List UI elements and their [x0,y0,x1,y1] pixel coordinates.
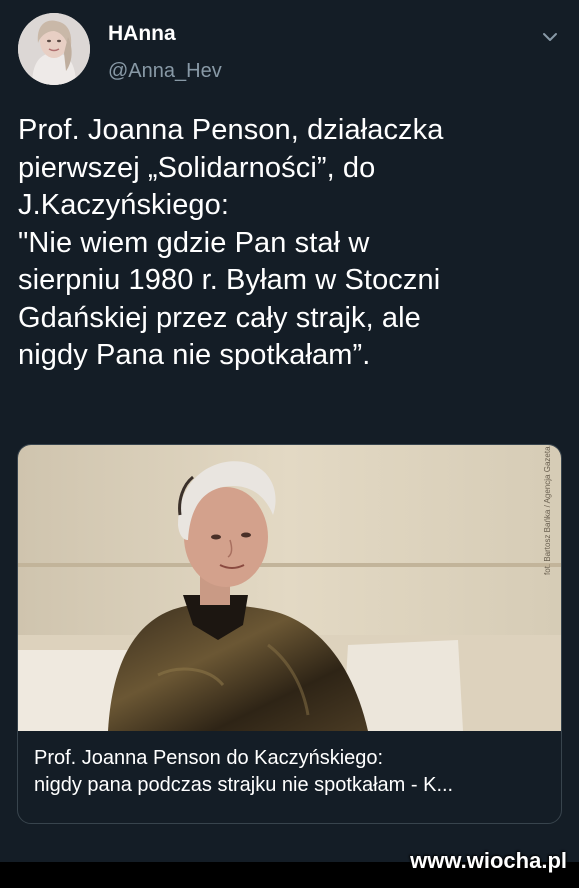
card-title[interactable]: Prof. Joanna Penson do Kaczyńskiego: nig… [34,745,549,799]
avatar[interactable] [18,13,90,85]
watermark: www.wiocha.pl [410,848,567,873]
chevron-down-icon[interactable] [539,26,561,48]
card-image: fot. Bartosz Bańka / Agencja Gazeta [18,445,561,731]
tweet-header: HAnna @Anna_Hev [0,0,579,100]
photo-credit: fot. Bartosz Bańka / Agencja Gazeta [543,446,552,575]
author-handle[interactable]: @Anna_Hev [108,60,222,83]
author-name[interactable]: HAnna [108,22,176,46]
tweet-text: Prof. Joanna Penson, działaczka pierwsze… [18,114,444,371]
link-card[interactable]: fot. Bartosz Bańka / Agencja Gazeta Prof… [17,444,562,824]
card-title-line-1: Prof. Joanna Penson do Kaczyńskiego: [34,747,384,769]
card-title-line-2: nigdy pana podczas strajku nie spotkałam… [34,774,454,796]
